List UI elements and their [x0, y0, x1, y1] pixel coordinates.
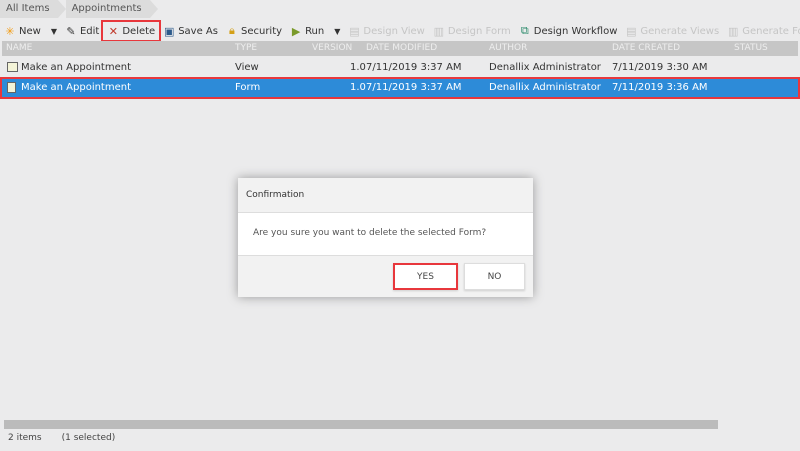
- edit-button[interactable]: ✎ Edit: [61, 22, 103, 40]
- table-row-selected[interactable]: Make an Appointment Form 1.0 7/11/2019 3…: [0, 77, 800, 99]
- generate-views-button[interactable]: ▤ Generate Views: [621, 22, 723, 40]
- col-status[interactable]: STATUS: [734, 43, 768, 53]
- table-header: NAME TYPE VERSION DATE MODIFIED AUTHOR D…: [2, 41, 798, 56]
- row-type: View: [235, 62, 259, 73]
- run-button[interactable]: ▶ Run ▼: [286, 22, 344, 40]
- selected-count: (1 selected): [61, 433, 116, 443]
- design-form-button[interactable]: ▥ Design Form: [429, 22, 515, 40]
- col-type[interactable]: TYPE: [235, 43, 257, 53]
- design-workflow-label: Design Workflow: [533, 25, 618, 37]
- design-form-label: Design Form: [447, 25, 511, 37]
- row-date-created: 7/11/2019 3:30 AM: [612, 62, 708, 73]
- new-button[interactable]: ✳ New ▼: [0, 22, 61, 40]
- design-view-label: Design View: [363, 25, 425, 37]
- breadcrumb-all-items[interactable]: All Items: [0, 0, 66, 18]
- design-workflow-button[interactable]: ⧉ Design Workflow: [515, 22, 622, 40]
- design-form-icon: ▥: [433, 24, 445, 38]
- form-icon: [7, 82, 16, 93]
- chevron-down-icon[interactable]: ▼: [51, 27, 57, 36]
- new-label: New: [19, 25, 41, 37]
- row-date-modified: 7/11/2019 3:37 AM: [366, 82, 462, 93]
- generate-forms-button[interactable]: ▥Generate Forms: [723, 22, 800, 40]
- security-label: Security: [240, 25, 283, 37]
- design-view-icon: ▤: [349, 24, 360, 38]
- save-as-icon: ▣: [164, 24, 175, 38]
- delete-x-icon: ✕: [108, 24, 118, 38]
- run-label: Run: [305, 25, 325, 37]
- row-name: Make an Appointment: [21, 62, 132, 73]
- breadcrumb: All Items Appointments: [0, 0, 158, 18]
- col-version[interactable]: VERSION: [312, 43, 352, 53]
- row-name: Make an Appointment: [21, 82, 132, 93]
- design-view-button[interactable]: ▤ Design View: [344, 22, 428, 40]
- sparkle-icon: ✳: [5, 24, 15, 38]
- yes-button[interactable]: YES: [393, 263, 458, 290]
- pencil-icon: ✎: [66, 24, 76, 38]
- col-date-created[interactable]: DATE CREATED: [612, 43, 680, 53]
- toolbar: ✳ New ▼ ✎ Edit ✕ Delete ▣ Save As 🔒︎ Security …: [0, 20, 800, 42]
- view-icon: [7, 62, 18, 72]
- play-icon: ▶: [291, 24, 301, 38]
- breadcrumb-appointments[interactable]: Appointments: [65, 0, 158, 18]
- save-as-label: Save As: [178, 25, 218, 37]
- horizontal-scrollbar[interactable]: [4, 420, 718, 429]
- table-row[interactable]: Make an Appointment View 1.0 7/11/2019 3…: [2, 59, 798, 76]
- save-as-button[interactable]: ▣ Save As: [159, 22, 222, 40]
- chevron-down-icon[interactable]: ▼: [334, 27, 340, 36]
- confirmation-dialog: Confirmation Are you sure you want to de…: [238, 178, 533, 297]
- workflow-icon: ⧉: [520, 24, 529, 37]
- col-author[interactable]: AUTHOR: [489, 43, 527, 53]
- delete-button[interactable]: ✕ Delete: [101, 20, 162, 42]
- row-type: Form: [235, 82, 261, 93]
- row-author: Denallix Administrator: [489, 82, 601, 93]
- edit-label: Edit: [79, 25, 100, 37]
- delete-label: Delete: [122, 25, 156, 37]
- row-date-created: 7/11/2019 3:36 AM: [612, 82, 708, 93]
- col-name[interactable]: NAME: [6, 43, 32, 53]
- dialog-message: Are you sure you want to delete the sele…: [238, 213, 533, 256]
- row-version: 1.0: [350, 62, 366, 73]
- generate-views-icon: ▤: [626, 24, 637, 38]
- item-count: 2 items: [8, 433, 42, 443]
- col-date-modified[interactable]: DATE MODIFIED: [366, 43, 437, 53]
- generate-forms-label: Generate Forms: [742, 25, 800, 37]
- row-date-modified: 7/11/2019 3:37 AM: [366, 62, 462, 73]
- security-button[interactable]: 🔒︎ Security: [222, 22, 286, 40]
- status-bar: 2 items (1 selected): [8, 433, 115, 443]
- row-author: Denallix Administrator: [489, 62, 601, 73]
- row-version: 1.0: [350, 82, 366, 93]
- lock-icon: 🔒︎: [229, 24, 235, 37]
- dialog-title: Confirmation: [238, 178, 533, 213]
- no-button[interactable]: NO: [464, 263, 525, 290]
- generate-forms-icon: ▥: [728, 24, 739, 38]
- generate-views-label: Generate Views: [640, 25, 720, 37]
